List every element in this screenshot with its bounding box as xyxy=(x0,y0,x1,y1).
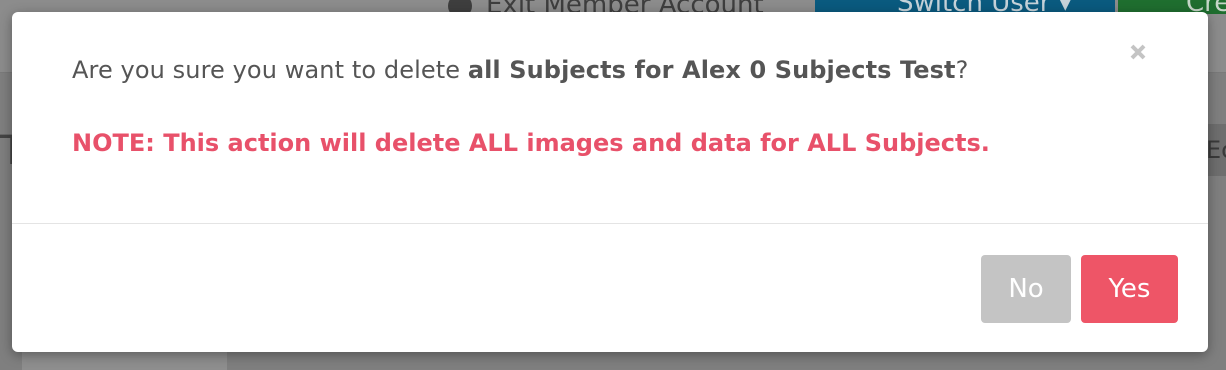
background-panel xyxy=(22,352,227,370)
warning-note: NOTE: This action will delete ALL images… xyxy=(72,129,990,157)
no-button[interactable]: No xyxy=(981,255,1071,323)
dialog-body: Are you sure you want to delete all Subj… xyxy=(12,12,1208,224)
yes-button[interactable]: Yes xyxy=(1081,255,1178,323)
confirm-message-target: all Subjects for Alex 0 Subjects Test xyxy=(467,56,956,84)
confirm-message-prefix: Are you sure you want to delete xyxy=(72,56,468,84)
close-button[interactable] xyxy=(1124,38,1152,66)
confirm-message-suffix: ? xyxy=(955,56,969,84)
close-icon xyxy=(1130,44,1146,60)
confirm-delete-dialog: Are you sure you want to delete all Subj… xyxy=(12,12,1208,352)
confirm-message: Are you sure you want to delete all Subj… xyxy=(72,56,968,84)
